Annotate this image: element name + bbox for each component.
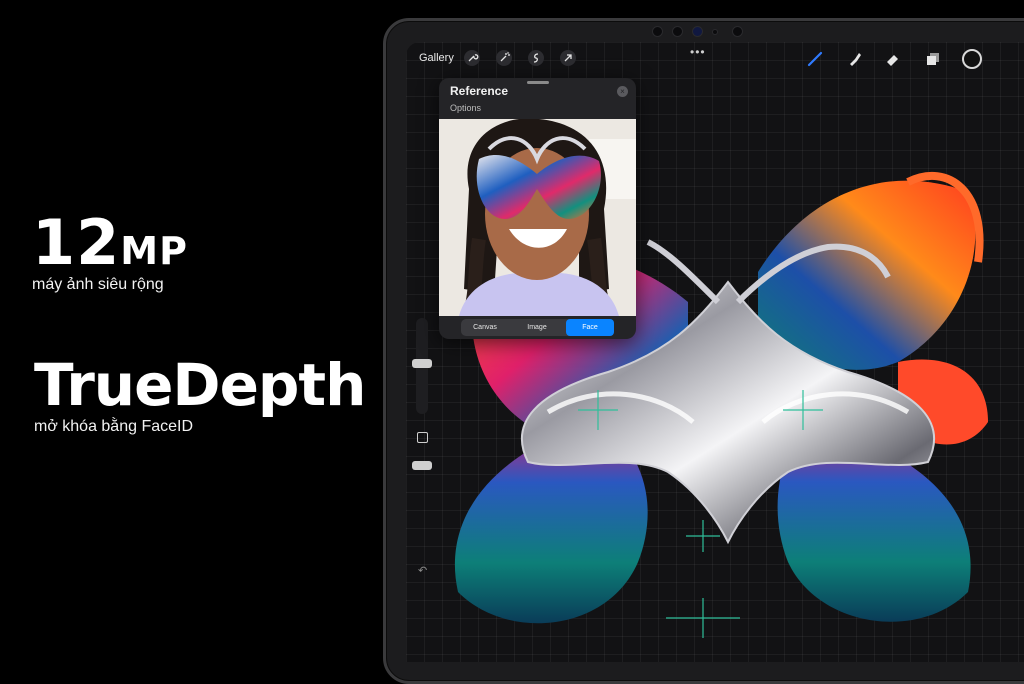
tab-face[interactable]: Face bbox=[566, 319, 614, 336]
brush-slider-rail: ↶ bbox=[412, 318, 434, 618]
camera-spec-heading: 12MP bbox=[32, 212, 188, 274]
panel-grab-handle[interactable] bbox=[527, 81, 549, 84]
camera-megapixel-unit: MP bbox=[120, 229, 188, 273]
brush-icon[interactable] bbox=[806, 50, 824, 73]
undo-icon[interactable]: ↶ bbox=[418, 564, 427, 577]
truedepth-spec: TrueDepth mở khóa bằng FaceID bbox=[34, 351, 366, 436]
color-well[interactable] bbox=[962, 49, 982, 69]
camera-spec: 12MP máy ảnh siêu rộng bbox=[32, 212, 188, 294]
selection-icon[interactable] bbox=[528, 50, 544, 66]
opacity-handle[interactable] bbox=[412, 461, 432, 470]
reference-mode-tabs: Canvas Image Face bbox=[461, 319, 614, 336]
layers-icon[interactable] bbox=[924, 50, 942, 73]
camera-megapixel-value: 12 bbox=[32, 206, 121, 279]
camera-spec-description: máy ảnh siêu rộng bbox=[32, 276, 164, 293]
procreate-toolbar: Gallery ••• bbox=[406, 42, 1024, 76]
truedepth-title: TrueDepth bbox=[34, 351, 366, 419]
brush-size-handle[interactable] bbox=[412, 359, 432, 368]
close-icon[interactable]: × bbox=[617, 86, 628, 97]
more-dots-icon[interactable]: ••• bbox=[690, 45, 706, 59]
tab-canvas[interactable]: Canvas bbox=[461, 319, 509, 336]
tab-image[interactable]: Image bbox=[513, 319, 561, 336]
gallery-button[interactable]: Gallery bbox=[419, 52, 454, 64]
reference-title: Reference bbox=[450, 84, 509, 98]
reference-panel: Reference Options × Canvas Image Face bbox=[439, 78, 636, 339]
face-camera-preview bbox=[439, 119, 636, 316]
modify-button[interactable] bbox=[417, 432, 428, 443]
eraser-icon[interactable] bbox=[884, 50, 902, 73]
magic-wand-icon[interactable] bbox=[496, 50, 512, 66]
truedepth-description: mở khóa bằng FaceID bbox=[34, 418, 194, 435]
front-camera-array bbox=[652, 26, 752, 37]
transform-arrow-icon[interactable] bbox=[560, 50, 576, 66]
reference-options-link[interactable]: Options bbox=[450, 103, 481, 113]
wrench-icon[interactable] bbox=[464, 50, 480, 66]
smudge-icon[interactable] bbox=[846, 50, 864, 73]
